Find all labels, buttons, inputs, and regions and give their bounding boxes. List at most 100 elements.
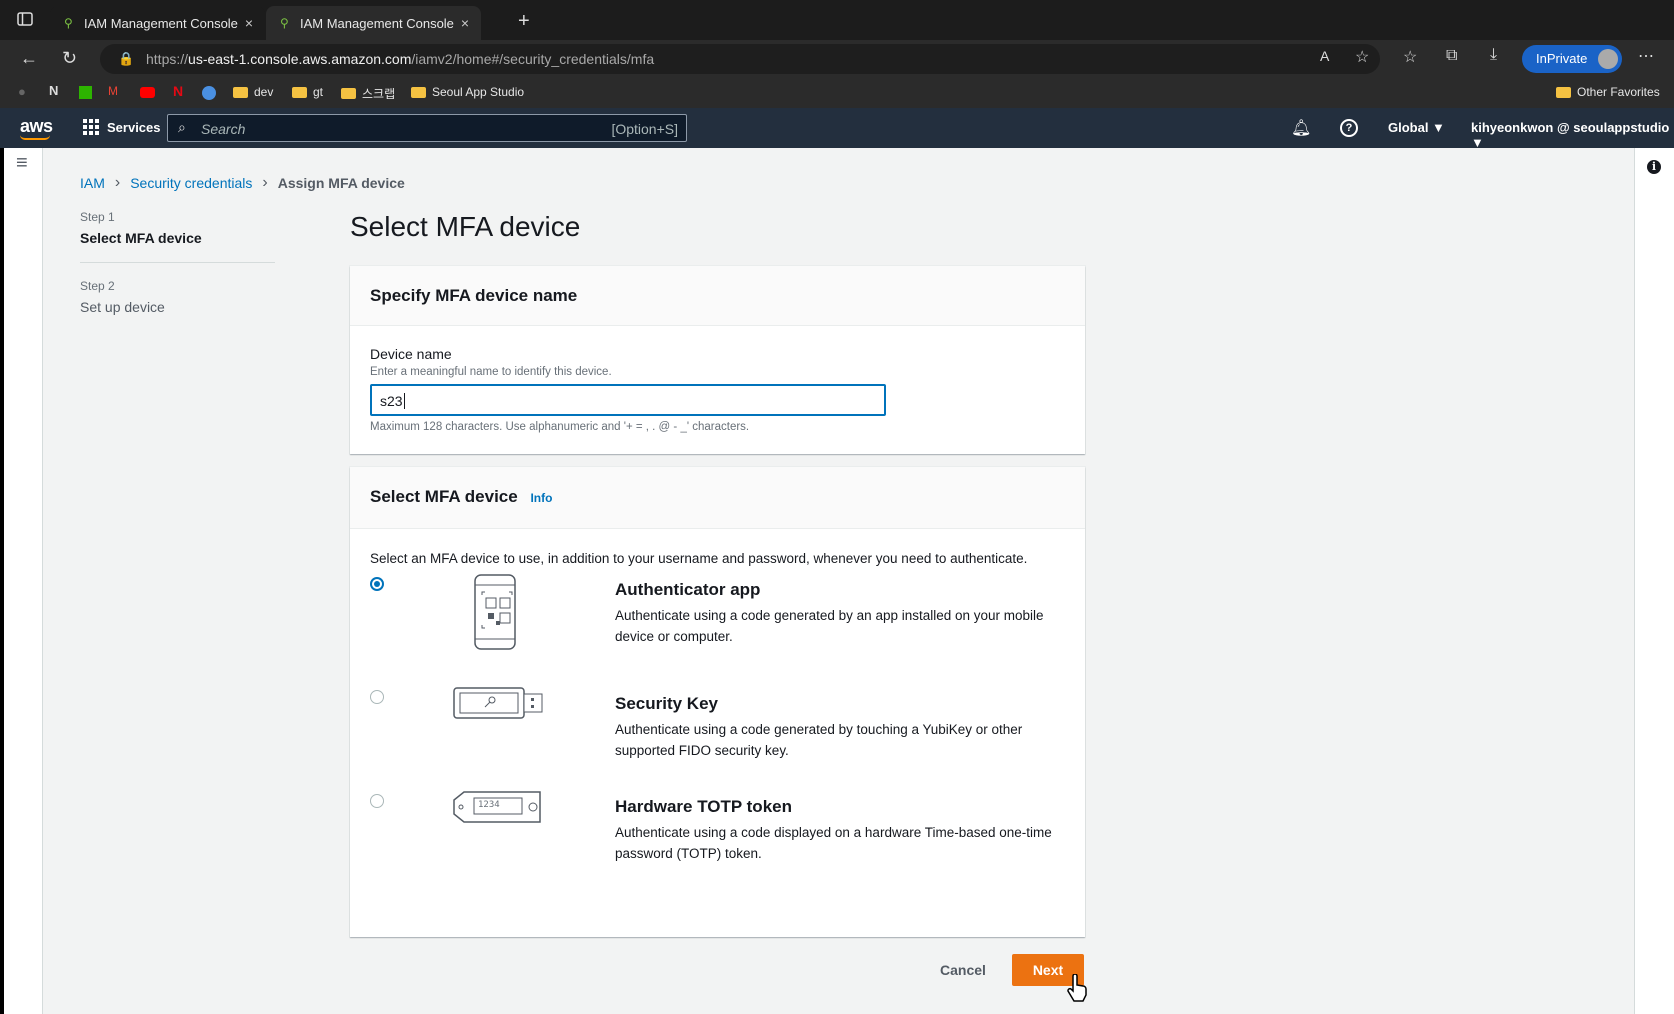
step-1-label: Select MFA device bbox=[80, 230, 202, 246]
device-name-label: Device name bbox=[370, 346, 452, 362]
device-name-value: s23 bbox=[380, 393, 403, 409]
profile-avatar bbox=[1598, 49, 1618, 69]
services-grid-icon[interactable] bbox=[83, 119, 99, 138]
netflix-icon[interactable]: N bbox=[173, 83, 183, 99]
naver-icon[interactable] bbox=[79, 86, 92, 99]
iam-favicon-icon: ⚲ bbox=[64, 16, 73, 30]
youtube-icon[interactable] bbox=[140, 87, 155, 98]
panel-header: Specify MFA device name bbox=[350, 266, 1085, 326]
url-bar[interactable]: 🔒 https://us-east-1.console.aws.amazon.c… bbox=[100, 44, 1380, 74]
tab-title: IAM Management Console bbox=[300, 15, 454, 31]
device-name-input[interactable]: s23 bbox=[370, 384, 886, 416]
security-key-title[interactable]: Security Key bbox=[615, 694, 718, 714]
inprivate-label: InPrivate bbox=[1536, 51, 1588, 66]
account-menu[interactable]: kihyeonkwon @ seoulappstudio ▼ bbox=[1471, 120, 1674, 150]
panel-header: Select MFA device Info bbox=[350, 467, 1085, 529]
address-bar-row: ← ↻ 🔒 https://us-east-1.console.aws.amaz… bbox=[0, 40, 1674, 78]
services-menu-button[interactable]: Services bbox=[107, 120, 161, 135]
breadcrumb: IAM › Security credentials › Assign MFA … bbox=[80, 174, 405, 192]
new-tab-button[interactable]: + bbox=[518, 10, 530, 33]
chevron-right-icon: › bbox=[262, 174, 268, 191]
panel-header-title: Select MFA device bbox=[370, 487, 518, 506]
folder-icon bbox=[411, 86, 426, 98]
device-intro-text: Select an MFA device to use, in addition… bbox=[370, 551, 1028, 566]
breadcrumb-iam[interactable]: IAM bbox=[80, 175, 105, 191]
aws-top-nav: aws Services ⌕ Search [Option+S] 🔔︎ ? Gl… bbox=[0, 108, 1674, 150]
step-1-number: Step 1 bbox=[80, 210, 115, 224]
breadcrumb-security-credentials[interactable]: Security credentials bbox=[130, 175, 252, 191]
step-divider bbox=[80, 262, 275, 263]
browser-tab-bar: ⚲ IAM Management Console × ⚲ IAM Managem… bbox=[0, 0, 1674, 40]
mouse-pointer-hand-icon bbox=[1066, 973, 1088, 1007]
authenticator-app-radio[interactable] bbox=[370, 577, 384, 591]
aws-logo[interactable]: aws bbox=[20, 116, 53, 137]
github-icon[interactable]: ● bbox=[18, 84, 26, 99]
collections-icon[interactable]: ⧉ bbox=[1446, 47, 1457, 65]
notifications-bell-icon[interactable]: 🔔︎ bbox=[1291, 118, 1311, 138]
chevron-right-icon: › bbox=[114, 174, 121, 191]
hardware-totp-radio[interactable] bbox=[370, 794, 384, 808]
page-title: Select MFA device bbox=[350, 211, 581, 242]
bookmark-label: 스크랩 bbox=[362, 87, 396, 101]
iam-favicon-icon: ⚲ bbox=[280, 16, 289, 30]
tab-iam-2-active[interactable]: ⚲ IAM Management Console × bbox=[266, 6, 481, 40]
m-app-icon[interactable] bbox=[202, 86, 216, 100]
read-aloud-icon[interactable]: A bbox=[1320, 48, 1329, 64]
search-shortcut-hint: [Option+S] bbox=[611, 121, 678, 137]
hardware-totp-description: Authenticate using a code displayed on a… bbox=[615, 825, 1052, 861]
folder-icon bbox=[292, 86, 307, 98]
inprivate-badge[interactable]: InPrivate bbox=[1522, 45, 1622, 73]
cancel-button[interactable]: Cancel bbox=[940, 962, 986, 978]
bookmarks-bar: ● N M N dev gt 스크랩 Seoul App Studio Othe… bbox=[0, 78, 1674, 108]
downloads-icon[interactable]: ⤓ bbox=[1490, 46, 1497, 64]
info-link[interactable]: Info bbox=[530, 491, 552, 505]
security-key-description: Authenticate using a code generated by t… bbox=[615, 722, 1023, 758]
lock-icon: 🔒 bbox=[118, 51, 135, 66]
sidebar-toggle-icon[interactable] bbox=[17, 11, 33, 32]
help-icon[interactable]: ? bbox=[1340, 119, 1358, 137]
breadcrumb-current: Assign MFA device bbox=[277, 175, 405, 191]
close-tab-icon[interactable]: × bbox=[461, 15, 469, 31]
step-2-number: Step 2 bbox=[80, 279, 115, 293]
search-placeholder: Search bbox=[201, 121, 246, 137]
authenticator-app-title[interactable]: Authenticator app bbox=[615, 580, 760, 600]
device-name-panel: Specify MFA device name Device name Ente… bbox=[350, 266, 1085, 454]
tab-iam-1[interactable]: ⚲ IAM Management Console × bbox=[50, 6, 265, 40]
device-name-constraint: Maximum 128 characters. Use alphanumeric… bbox=[370, 421, 750, 433]
gmail-icon[interactable]: M bbox=[108, 84, 118, 98]
url-host: us-east-1.console.aws.amazon.com bbox=[188, 51, 412, 67]
tab-title: IAM Management Console bbox=[84, 15, 238, 31]
folder-icon bbox=[1556, 86, 1571, 98]
aws-search-input[interactable]: ⌕ Search [Option+S] bbox=[167, 114, 687, 142]
add-favorite-icon[interactable]: ☆ bbox=[1355, 47, 1369, 67]
url-scheme: https:// bbox=[146, 51, 189, 67]
reload-icon[interactable]: ↻ bbox=[62, 48, 77, 69]
device-name-description: Enter a meaningful name to identify this… bbox=[370, 366, 612, 378]
authenticator-app-description: Authenticate using a code generated by a… bbox=[615, 608, 1044, 644]
bookmark-folder-gt[interactable]: gt bbox=[292, 85, 323, 99]
other-favorites-label: Other Favorites bbox=[1577, 85, 1660, 99]
bookmark-folder-scrap[interactable]: 스크랩 bbox=[341, 85, 395, 102]
more-menu-icon[interactable]: ⋯ bbox=[1638, 46, 1654, 66]
totp-token-icon: 1234 bbox=[452, 790, 544, 829]
bookmark-label: dev bbox=[254, 85, 274, 99]
hamburger-menu-icon[interactable]: ≡ bbox=[16, 152, 28, 175]
step-2-label[interactable]: Set up device bbox=[80, 299, 275, 315]
other-favorites-folder[interactable]: Other Favorites bbox=[1556, 85, 1660, 99]
close-tab-icon[interactable]: × bbox=[245, 15, 253, 31]
folder-icon bbox=[233, 86, 248, 98]
folder-icon bbox=[341, 88, 356, 99]
text-cursor bbox=[403, 393, 405, 409]
security-key-radio[interactable] bbox=[370, 690, 384, 704]
bookmark-folder-dev[interactable]: dev bbox=[233, 85, 273, 99]
favorites-icon[interactable]: ☆ bbox=[1403, 47, 1417, 67]
hardware-totp-title[interactable]: Hardware TOTP token bbox=[615, 797, 792, 817]
notion-icon[interactable]: N bbox=[49, 83, 58, 98]
url-path: /iamv2/home#/security_credentials/mfa bbox=[411, 51, 655, 67]
back-icon[interactable]: ← bbox=[20, 48, 38, 69]
info-panel-icon[interactable]: i bbox=[1647, 160, 1661, 174]
mfa-device-panel: Select MFA device Info Select an MFA dev… bbox=[350, 467, 1085, 937]
bookmark-label: gt bbox=[313, 85, 324, 99]
region-selector[interactable]: Global ▼ bbox=[1388, 120, 1445, 135]
bookmark-folder-seoul-app-studio[interactable]: Seoul App Studio bbox=[411, 85, 524, 99]
